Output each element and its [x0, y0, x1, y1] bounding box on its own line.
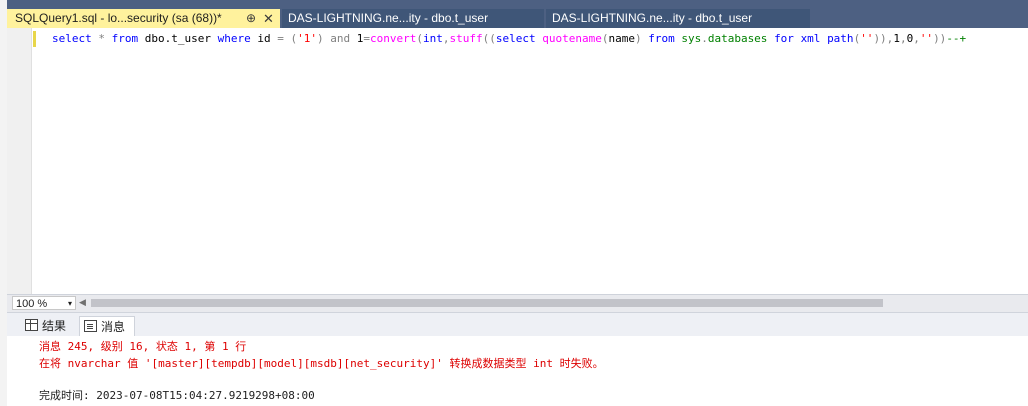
code-token: dbo.t_user: [138, 32, 218, 45]
code-token: select: [52, 32, 92, 45]
chevron-down-icon: ▾: [67, 299, 72, 308]
pin-icon[interactable]: ⊕: [246, 9, 256, 28]
code-token: select: [495, 32, 536, 45]
code-token: '': [860, 32, 874, 45]
tab-messages-label: 消息: [101, 320, 126, 334]
code-token: name: [608, 32, 635, 45]
code-token: id: [250, 32, 278, 45]
close-icon[interactable]: ✕: [263, 9, 274, 28]
code-token: (: [416, 32, 423, 45]
tab-label: SQLQuery1.sql - lo...security (sa (68))*: [15, 11, 222, 25]
messages-icon: [84, 320, 97, 332]
query-editor[interactable]: select * from dbo.t_user where id = ('1'…: [7, 28, 1028, 294]
code-token: quotename: [542, 32, 602, 45]
code-token: path: [827, 32, 854, 45]
code-token: for: [774, 32, 794, 45]
code-token: from: [648, 32, 675, 45]
editor-gutter: [7, 28, 32, 294]
code-token: databases: [707, 32, 768, 45]
zoom-dropdown[interactable]: 100 % ▾: [12, 296, 76, 310]
code-token: ,: [913, 32, 920, 45]
tab-results[interactable]: 结果: [21, 316, 79, 337]
code-token: and: [330, 32, 351, 45]
code-token: 1: [350, 32, 364, 45]
code-line[interactable]: select * from dbo.t_user where id = ('1'…: [52, 31, 966, 47]
code-token: .: [701, 32, 708, 45]
change-indicator: [33, 31, 36, 47]
tab-messages[interactable]: 消息: [79, 316, 135, 337]
code-token: where: [217, 32, 251, 45]
zoom-value: 100 %: [16, 298, 48, 310]
code-token: = (: [277, 32, 298, 45]
code-token: --+: [946, 32, 967, 45]
tab-results-label: 结果: [42, 319, 67, 333]
code-token: ,: [899, 32, 907, 45]
scroll-left-icon[interactable]: ◀: [79, 297, 86, 308]
horizontal-scrollbar-thumb[interactable]: [91, 299, 883, 307]
error-message-detail: 在将 nvarchar 值 '[master][tempdb][model][m…: [39, 357, 604, 370]
code-token: )): [933, 32, 947, 45]
code-token: ): [634, 32, 649, 45]
code-token: from: [111, 32, 139, 45]
error-message-header: 消息 245, 级别 16, 状态 1, 第 1 行: [39, 340, 247, 353]
tab-label: DAS-LIGHTNING.ne...ity - dbo.t_user: [552, 11, 753, 25]
code-token: =: [363, 32, 370, 45]
results-tab-bar: 结果 消息: [7, 312, 1028, 337]
code-token: ): [316, 32, 331, 45]
code-token: xml: [800, 32, 821, 45]
code-token: '1': [297, 32, 317, 45]
code-token: int: [422, 32, 443, 45]
tab-label: DAS-LIGHTNING.ne...ity - dbo.t_user: [288, 11, 489, 25]
code-token: )),: [873, 32, 894, 45]
code-token: convert: [369, 32, 417, 45]
code-token: ((: [482, 32, 496, 45]
code-token: 1: [893, 32, 900, 45]
code-token: *: [91, 32, 112, 45]
code-token: sys: [681, 32, 702, 45]
tab-dbo-t-user-1[interactable]: DAS-LIGHTNING.ne...ity - dbo.t_user: [282, 9, 544, 28]
editor-status-row: 100 % ▾ ◀: [7, 294, 1028, 312]
messages-pane: 消息 245, 级别 16, 状态 1, 第 1 行 在将 nvarchar 值…: [7, 336, 1028, 406]
tab-dbo-t-user-2[interactable]: DAS-LIGHTNING.ne...ity - dbo.t_user: [546, 9, 810, 28]
code-token: stuff: [449, 32, 483, 45]
tab-sqlquery1[interactable]: SQLQuery1.sql - lo...security (sa (68))*…: [7, 9, 280, 28]
completion-time: 完成时间: 2023-07-08T15:04:27.9219298+08:00: [39, 389, 315, 402]
grid-icon: [25, 319, 38, 331]
code-token: '': [919, 32, 934, 45]
